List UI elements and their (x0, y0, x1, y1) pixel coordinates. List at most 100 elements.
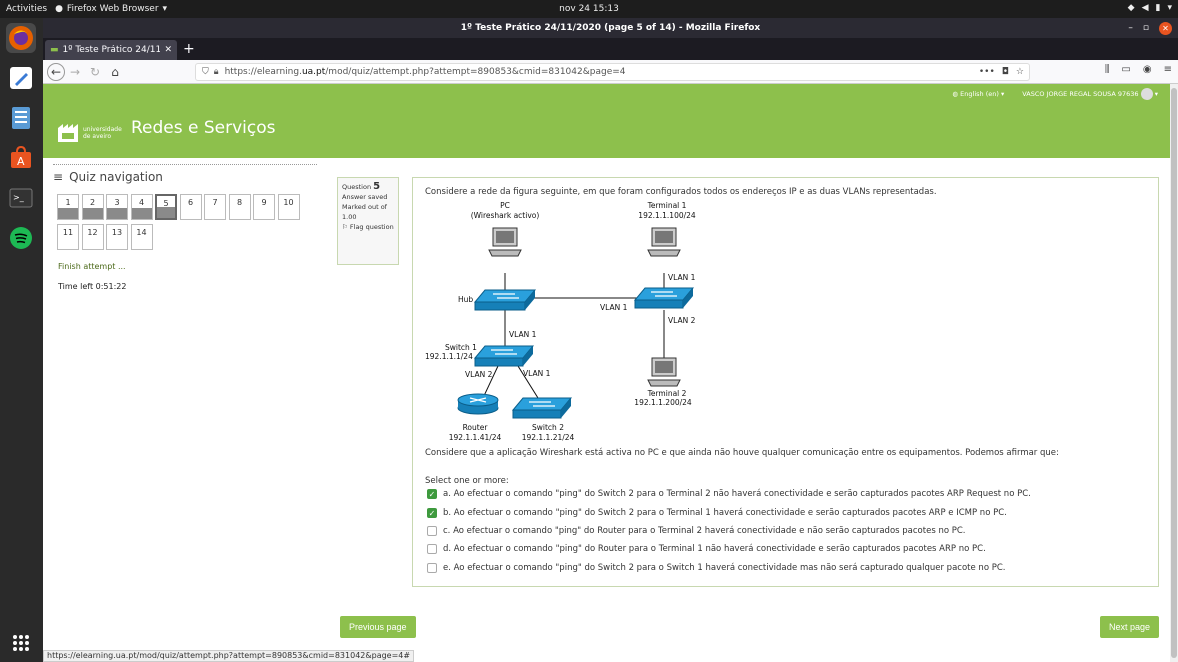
close-tab-icon[interactable]: ✕ (164, 45, 172, 55)
user-menu[interactable]: VASCO JORGE REGAL SOUSA 97636 ▾ (1022, 88, 1158, 100)
new-tab-icon[interactable]: + (183, 40, 195, 58)
question-nav-button[interactable]: 3 (106, 194, 128, 220)
question-nav-label: 8 (236, 198, 243, 207)
switch1-node (473, 345, 535, 367)
shield-icon[interactable]: ⛉ (202, 67, 209, 77)
question-nav-button[interactable]: 7 (204, 194, 226, 220)
page-scrollbar[interactable] (1170, 84, 1178, 662)
terminal2-node (647, 357, 681, 387)
university-logo[interactable]: universidade de aveiro (57, 123, 122, 143)
question-nav-button[interactable]: 12 (81, 224, 104, 250)
firefox-dock-icon[interactable] (6, 23, 36, 53)
answer-checkbox[interactable] (427, 544, 437, 554)
app-menu[interactable]: ● Firefox Web Browser ▾ (55, 4, 167, 14)
answer-option-a[interactable]: ✓ a. Ao efectuar o comando "ping" do Swi… (427, 489, 1031, 499)
question-text: Considere que a aplicação Wireshark está… (425, 448, 1059, 458)
maximize-icon[interactable]: ▫ (1143, 18, 1149, 38)
router-ip: 192.1.1.41/24 (449, 433, 502, 442)
chevron-down-icon: ▾ (1167, 3, 1172, 13)
question-grade: Marked out of 1.00 (342, 203, 387, 221)
answer-label[interactable]: c. Ao efectuar o comando "ping" do Route… (443, 526, 966, 536)
answer-option-c[interactable]: c. Ao efectuar o comando "ping" do Route… (427, 526, 966, 536)
tab-title: 1º Teste Prático 24/11/2( (62, 45, 161, 55)
answer-label[interactable]: b. Ao efectuar o comando "ping" do Switc… (443, 508, 1007, 518)
question-nav-button[interactable]: 2 (81, 194, 104, 220)
navigation-toolbar: ← → ↻ ⌂ ⛉ 🔒︎ https://elearning.ua.pt/mod… (43, 60, 1178, 84)
question-nav-label: 13 (111, 228, 123, 237)
question-nav-button[interactable]: 6 (179, 194, 202, 220)
flag-question-link[interactable]: ⚐ Flag question (342, 222, 394, 232)
spotify-dock-icon[interactable] (6, 223, 36, 253)
close-icon[interactable]: ✕ (1159, 21, 1172, 35)
quiz-navigation-block: ≡ Quiz navigation 1 2 3 4 5 6 7 8 9 10 11 12 13 14 Fin… (53, 164, 317, 291)
switch1-label: Switch 1 (445, 343, 477, 352)
question-nav-button[interactable]: 14 (130, 224, 153, 250)
text-editor-dock-icon[interactable] (6, 63, 36, 93)
back-arrow-icon[interactable]: ← (47, 62, 65, 81)
clock[interactable]: nov 24 15:13 (0, 4, 1178, 14)
minimize-icon[interactable]: – (1128, 18, 1133, 38)
language-menu[interactable]: ◍ English (en) ▾ (952, 90, 1004, 98)
vlan-label: VLAN 1 (600, 303, 628, 312)
question-nav-button[interactable]: 5 (155, 194, 177, 220)
answer-checkbox[interactable]: ✓ (427, 508, 437, 518)
switch2-node (511, 397, 573, 419)
question-nav-button[interactable]: 9 (253, 194, 275, 220)
terminal-dock-icon[interactable]: >_ (6, 183, 36, 213)
software-dock-icon[interactable]: A (6, 143, 36, 173)
lock-icon[interactable]: 🔒︎ (214, 67, 219, 77)
answer-checkbox[interactable] (427, 526, 437, 536)
flag-icon: ⚐ (342, 223, 348, 231)
bookmark-star-icon[interactable]: ☆ (1016, 67, 1024, 77)
chevron-down-icon: ▾ (162, 4, 168, 14)
pc-label: PC (500, 201, 510, 210)
site-title[interactable]: Redes e Serviços (131, 118, 276, 138)
question-nav-label: 6 (187, 198, 194, 207)
page-actions-icon[interactable]: ••• (979, 67, 995, 77)
library-icon[interactable]: ⫼ (1105, 64, 1110, 75)
answered-indicator (131, 208, 152, 219)
answer-option-b[interactable]: ✓ b. Ao efectuar o comando "ping" do Swi… (427, 508, 1007, 518)
show-applications-icon[interactable] (6, 628, 36, 658)
files-dock-icon[interactable] (6, 103, 36, 133)
question-nav-button[interactable]: 11 (57, 224, 79, 250)
home-icon[interactable]: ⌂ (105, 62, 125, 82)
menu-icon[interactable]: ≡ (1164, 64, 1172, 75)
browser-tab[interactable]: ▬ 1º Teste Prático 24/11/2( ✕ (45, 40, 177, 60)
answer-label[interactable]: d. Ao efectuar o comando "ping" do Route… (443, 544, 986, 554)
avatar (1140, 88, 1153, 100)
question-nav-label: 2 (89, 198, 96, 207)
pc-node (488, 227, 522, 257)
answer-label[interactable]: a. Ao efectuar o comando "ping" do Switc… (443, 489, 1031, 499)
system-tray[interactable]: ◆ ◀ ▮ ▾ (1128, 3, 1172, 13)
network-diagram: PC (Wireshark activo) Terminal 1 192.1.1… (425, 201, 696, 442)
answer-prompt: Select one or more: (425, 476, 509, 486)
answer-checkbox[interactable] (427, 563, 437, 573)
previous-page-button[interactable]: Previous page (340, 616, 416, 638)
site-header: ◍ English (en) ▾ VASCO JORGE REGAL SOUSA… (43, 84, 1170, 158)
question-nav-button[interactable]: 1 (57, 194, 79, 220)
finish-attempt-link[interactable]: Finish attempt ... (58, 262, 126, 271)
url-bar[interactable]: ⛉ 🔒︎ https://elearning.ua.pt/mod/quiz/at… (195, 63, 1030, 81)
answer-option-d[interactable]: d. Ao efectuar o comando "ping" do Route… (427, 544, 986, 554)
hamburger-icon[interactable]: ≡ (53, 170, 63, 184)
question-nav-button[interactable]: 4 (130, 194, 153, 220)
answer-option-e[interactable]: e. Ao efectuar o comando "ping" do Switc… (427, 563, 1005, 573)
activities-button[interactable]: Activities (0, 4, 55, 14)
next-page-button[interactable]: Next page (1100, 616, 1160, 638)
vlan-label: VLAN 1 (523, 369, 551, 378)
forward-arrow-icon[interactable]: → (65, 62, 85, 82)
answer-checkbox[interactable]: ✓ (427, 489, 437, 499)
terminal1-node (647, 227, 681, 257)
sidebar-icon[interactable]: ▭ (1121, 64, 1130, 75)
reload-icon[interactable]: ↻ (85, 62, 105, 82)
account-icon[interactable]: ◉ (1143, 64, 1152, 75)
switch1-ip: 192.1.1.1/24 (425, 352, 473, 361)
question-nav-button[interactable]: 10 (277, 194, 300, 220)
router-label: Router (463, 423, 489, 432)
pocket-icon[interactable]: ◘ (1002, 67, 1009, 77)
question-nav-button[interactable]: 13 (106, 224, 128, 250)
answer-label[interactable]: e. Ao efectuar o comando "ping" do Switc… (443, 563, 1005, 573)
app-menu-label: Firefox Web Browser (66, 4, 159, 14)
question-nav-button[interactable]: 8 (228, 194, 251, 220)
